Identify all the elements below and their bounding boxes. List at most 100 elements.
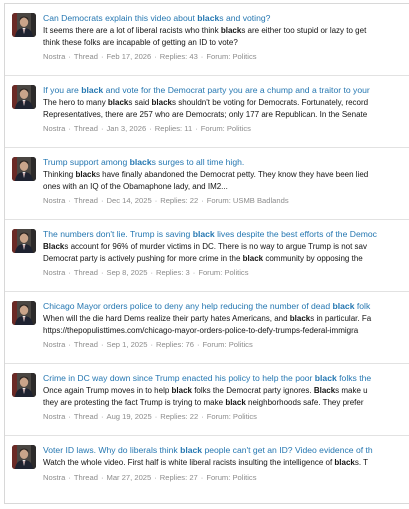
meta-separator: · — [68, 412, 71, 421]
result-author-link[interactable]: Nostra — [43, 52, 65, 61]
result-replies: Replies: 22 — [160, 196, 199, 205]
result-meta: Nostra · Thread · Dec 14, 2025 · Replies: 22 · F… — [43, 195, 409, 206]
result-content: If you are black and vote for the Democr… — [43, 84, 409, 134]
result-date: Feb 17, 2026 — [106, 52, 152, 61]
result-forum-link[interactable]: Forum: Politics — [201, 124, 251, 133]
result-date: Sep 1, 2025 — [106, 340, 148, 349]
avatar[interactable] — [12, 229, 36, 253]
result-date: Sep 8, 2025 — [106, 268, 148, 277]
result-author-link[interactable]: Nostra — [43, 340, 65, 349]
result-content: Voter ID laws. Why do liberals think bla… — [43, 444, 409, 483]
search-result-item: The numbers don't lie. Trump is saving b… — [5, 220, 409, 292]
result-title-link[interactable]: Voter ID laws. Why do liberals think bla… — [43, 444, 409, 456]
result-meta: Nostra · Thread · Feb 17, 2026 · Replies: 43 · F… — [43, 51, 409, 62]
meta-separator: · — [68, 268, 71, 277]
result-title-link[interactable]: Trump support among blacks surges to all… — [43, 156, 409, 168]
meta-separator: · — [68, 124, 71, 133]
result-forum-link[interactable]: Forum: Politics — [203, 340, 253, 349]
snippet-line: Blacks account for 96% of murder victims… — [43, 242, 367, 251]
result-date: Jan 3, 2026 — [106, 124, 147, 133]
snippet-line: think these folks are incapable of getti… — [43, 37, 238, 47]
result-content: Can Democrats explain this video about b… — [43, 12, 409, 62]
snippet-line: Representatives, there are 257 who are D… — [43, 109, 368, 119]
result-type: Thread — [73, 52, 98, 61]
result-type: Thread — [73, 472, 98, 482]
result-title-link[interactable]: Crime in DC way down since Trump enacted… — [43, 372, 409, 384]
result-snippet: Thinking blacks have finally abandoned t… — [43, 169, 409, 192]
meta-separator: · — [154, 412, 158, 421]
meta-separator: · — [100, 124, 104, 133]
result-author-link[interactable]: Nostra — [43, 196, 65, 205]
result-date: Aug 19, 2025 — [106, 412, 152, 421]
result-snippet: Blacks account for 96% of murder victims… — [43, 241, 409, 264]
result-type: Thread — [73, 412, 98, 421]
result-author-link[interactable]: Nostra — [43, 473, 65, 482]
search-results-list: Can Democrats explain this video about b… — [4, 3, 409, 504]
result-date: Dec 14, 2025 — [106, 196, 152, 205]
meta-separator: · — [154, 472, 157, 482]
result-snippet: It seems there are a lot of liberal raci… — [43, 25, 409, 48]
result-forum-link[interactable]: Forum: USMB Badlands — [207, 196, 289, 205]
result-type: Thread — [73, 124, 98, 133]
avatar[interactable] — [12, 301, 36, 325]
snippet-line: Once again Trump moves in to help black … — [43, 386, 368, 395]
meta-separator: · — [154, 52, 157, 61]
search-result-item: Voter ID laws. Why do liberals think bla… — [5, 436, 409, 503]
result-replies: Replies: 11 — [154, 124, 193, 133]
snippet-line: https://thepopulisttimes.com/chicago-may… — [43, 325, 359, 335]
result-type: Thread — [73, 340, 98, 349]
meta-separator: · — [68, 340, 71, 349]
result-author-link[interactable]: Nostra — [43, 412, 65, 421]
result-title-link[interactable]: The numbers don't lie. Trump is saving b… — [43, 228, 409, 240]
result-snippet: The hero to many blacks said blacks shou… — [43, 97, 409, 120]
meta-separator: · — [68, 52, 71, 61]
search-result-item: Crime in DC way down since Trump enacted… — [5, 364, 409, 436]
snippet-line: ones with an IQ of the Obamaphone lady, … — [43, 181, 228, 191]
search-result-item: Can Democrats explain this video about b… — [5, 4, 409, 76]
meta-separator: · — [197, 340, 200, 349]
avatar[interactable] — [12, 13, 36, 37]
meta-separator: · — [201, 412, 204, 421]
result-content: Trump support among blacks surges to all… — [43, 156, 409, 206]
result-author-link[interactable]: Nostra — [43, 124, 65, 133]
result-forum-link[interactable]: Forum: Politics — [198, 268, 248, 277]
result-snippet: Watch the whole video. First half is whi… — [43, 457, 409, 469]
result-snippet: Once again Trump moves in to help black … — [43, 385, 409, 408]
result-content: Chicago Mayor orders police to deny any … — [43, 300, 409, 350]
search-result-item: If you are black and vote for the Democr… — [5, 76, 409, 148]
snippet-line: Thinking blacks have finally abandoned t… — [43, 170, 369, 179]
result-meta: Nostra · Thread · Mar 27, 2025 · Replies: 27 · F… — [43, 472, 409, 483]
result-meta: Nostra · Thread · Aug 19, 2025 · Replies: 22 · F… — [43, 411, 409, 422]
result-title-link[interactable]: If you are black and vote for the Democr… — [43, 84, 409, 96]
meta-separator: · — [201, 196, 204, 205]
result-replies: Replies: 27 — [159, 472, 198, 482]
snippet-line: Watch the whole video. First half is whi… — [43, 458, 369, 467]
result-replies: Replies: 22 — [160, 412, 199, 421]
result-forum-link[interactable]: Forum: Politics — [206, 52, 256, 61]
avatar[interactable] — [12, 85, 36, 109]
meta-separator: · — [150, 340, 153, 349]
meta-separator: · — [150, 268, 153, 277]
meta-separator: · — [154, 196, 158, 205]
avatar[interactable] — [12, 157, 36, 181]
meta-separator: · — [149, 124, 152, 133]
result-forum-link[interactable]: Forum: Politics — [207, 412, 257, 421]
result-type: Thread — [73, 196, 98, 205]
avatar[interactable] — [12, 373, 36, 397]
result-meta: Nostra · Thread · Sep 1, 2025 · Replies: 76 · Fo… — [43, 339, 409, 350]
meta-separator: · — [100, 196, 104, 205]
result-title-link[interactable]: Can Democrats explain this video about b… — [43, 12, 409, 24]
result-type: Thread — [73, 268, 98, 277]
search-result-item: Trump support among blacks surges to all… — [5, 148, 409, 220]
meta-separator: · — [100, 412, 104, 421]
result-content: Crime in DC way down since Trump enacted… — [43, 372, 409, 422]
result-replies: Replies: 43 — [159, 52, 198, 61]
result-title-link[interactable]: Chicago Mayor orders police to deny any … — [43, 300, 409, 312]
meta-separator: · — [100, 52, 104, 61]
avatar[interactable] — [12, 445, 36, 469]
meta-separator: · — [100, 340, 104, 349]
result-author-link[interactable]: Nostra — [43, 268, 65, 277]
result-forum-link[interactable]: Forum: Politics — [206, 473, 256, 482]
meta-separator: · — [195, 124, 198, 133]
snippet-line: It seems there are a lot of liberal raci… — [43, 26, 367, 35]
